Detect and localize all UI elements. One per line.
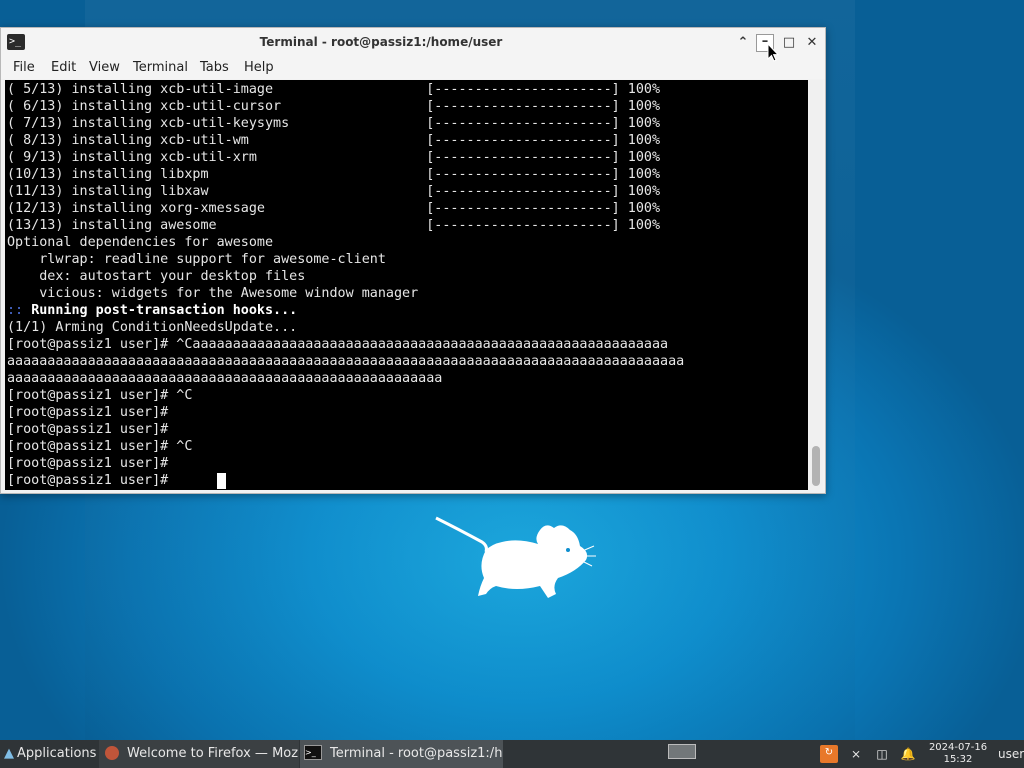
terminal-line: (13/13) installing awesome [------------… [7,218,661,233]
terminal-output[interactable]: ( 5/13) installing xcb-util-image [-----… [5,80,808,490]
battery-icon[interactable]: ◫ [874,746,890,762]
applications-menu-button[interactable]: ▲ Applications [0,740,98,768]
terminal-window[interactable]: >_ Terminal - root@passiz1:/home/user ⌃ … [0,27,826,494]
taskbar-item-label: Welcome to Firefox — Mozil... [127,746,299,761]
terminal-line: [root@passiz1 user]# [7,422,169,437]
mouse-pointer-icon [767,43,779,62]
menu-bar: File Edit View Terminal Tabs Help [1,57,825,79]
menu-edit[interactable]: Edit [51,57,76,79]
shade-button[interactable]: ⌃ [734,34,752,52]
taskbar: ▲ Applications Welcome to Firefox — Mozil… [0,740,1024,768]
terminal-line: [root@passiz1 user]# [7,405,169,420]
terminal-line: (10/13) installing libxpm [-------------… [7,167,661,182]
taskbar-item-label: Terminal - root@passiz1:/ho... [330,746,503,761]
taskbar-item-firefox[interactable]: Welcome to Firefox — Mozil... [99,740,299,768]
workspace-switcher[interactable] [668,744,696,759]
terminal-line: ( 8/13) installing xcb-util-wm [--------… [7,133,661,148]
clock[interactable]: 2024-07-16 15:32 [922,742,994,766]
terminal-line: aaaaaaaaaaaaaaaaaaaaaaaaaaaaaaaaaaaaaaaa… [7,371,443,386]
terminal-line: :: Running post-transaction hooks... [7,302,297,319]
terminal-line: rlwrap: readline support for awesome-cli… [7,252,386,267]
terminal-line: [root@passiz1 user]# ^C [7,388,193,403]
taskbar-item-terminal[interactable]: >_ Terminal - root@passiz1:/ho... [300,740,503,768]
scrollbar-thumb[interactable] [812,446,820,486]
firefox-icon [105,745,119,760]
network-disconnected-icon[interactable]: ⨯ [848,746,864,762]
xfce-logo-icon: ▲ [4,746,14,761]
applications-label: Applications [17,746,97,761]
clock-date: 2024-07-16 [928,742,988,753]
menu-terminal[interactable]: Terminal [133,57,188,79]
terminal-line: dex: autostart your desktop files [7,269,306,284]
terminal-line: (11/13) installing libxaw [-------------… [7,184,661,199]
title-bar[interactable]: >_ Terminal - root@passiz1:/home/user ⌃ … [1,28,825,57]
notification-bell-icon[interactable]: 🔔 [900,746,916,762]
terminal-line: [root@passiz1 user]# ^Caaaaaaaaaaaaaaaaa… [7,337,669,352]
menu-file[interactable]: File [13,57,35,79]
close-button[interactable]: ✕ [803,34,821,52]
terminal-line: (1/1) Arming ConditionNeedsUpdate... [7,320,298,335]
terminal-line: ( 5/13) installing xcb-util-image [-----… [7,82,661,97]
menu-view[interactable]: View [89,57,120,79]
terminal-line: Optional dependencies for awesome [7,235,274,250]
xfce-mouse-logo [435,516,596,598]
terminal-line: [root@passiz1 user]# [7,473,177,488]
terminal-line: (12/13) installing xorg-xmessage [------… [7,201,661,216]
terminal-icon: >_ [304,745,322,760]
user-menu[interactable]: user [998,740,1024,768]
clock-time: 15:32 [943,754,973,765]
scrollbar[interactable] [809,80,823,490]
hook-text: Running post-transaction hooks... [31,303,298,318]
maximize-button[interactable]: □ [780,34,798,52]
terminal-line: aaaaaaaaaaaaaaaaaaaaaaaaaaaaaaaaaaaaaaaa… [7,354,685,369]
window-title: Terminal - root@passiz1:/home/user [259,35,503,49]
hook-prefix: :: [7,303,32,318]
terminal-line: [root@passiz1 user]# ^C [7,439,193,454]
update-notifier-icon[interactable]: ↻ [820,745,838,763]
terminal-line: ( 6/13) installing xcb-util-cursor [----… [7,99,661,114]
menu-tabs[interactable]: Tabs [200,57,229,79]
terminal-line: [root@passiz1 user]# [7,456,169,471]
text-cursor [217,473,226,489]
terminal-line: ( 7/13) installing xcb-util-keysyms [---… [7,116,661,131]
terminal-line: vicious: widgets for the Awesome window … [7,286,419,301]
menu-help[interactable]: Help [244,57,274,79]
terminal-line: ( 9/13) installing xcb-util-xrm [-------… [7,150,661,165]
